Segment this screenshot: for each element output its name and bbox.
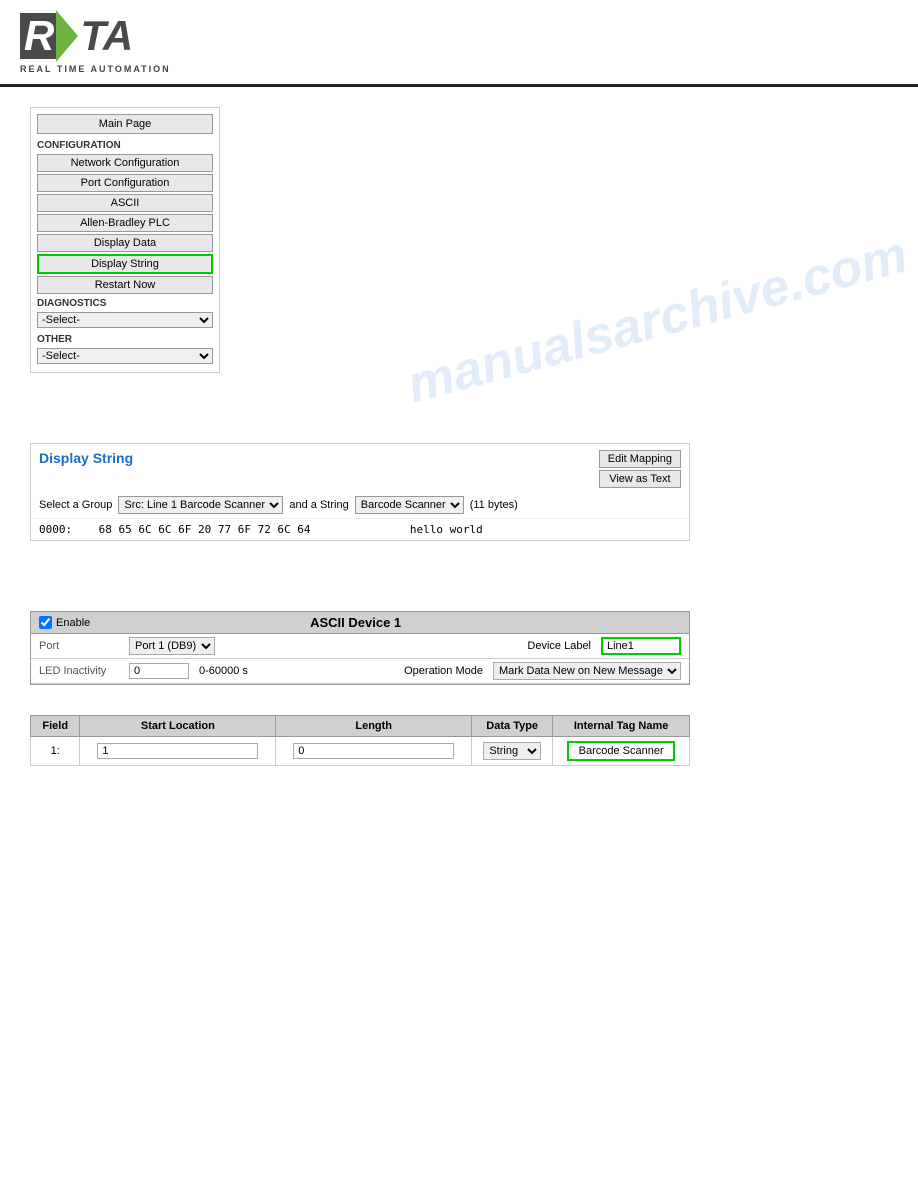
other-select[interactable]: -Select- <box>37 348 213 364</box>
nav-display-string[interactable]: Display String <box>37 254 213 274</box>
diagnostics-select[interactable]: -Select- <box>37 312 213 328</box>
ascii-device-panel: Enable ASCII Device 1 Port Port 1 (DB9) … <box>30 611 690 685</box>
col-field: Field <box>31 716 80 737</box>
display-string-select-row: Select a Group Src: Line 1 Barcode Scann… <box>31 492 689 518</box>
string-select[interactable]: Barcode Scanner <box>355 496 464 514</box>
device-label-label: Device Label <box>527 640 591 652</box>
led-inactivity-range: 0-60000 s <box>199 665 248 677</box>
length-input[interactable] <box>293 743 454 759</box>
start-location-cell <box>80 737 276 766</box>
table-row: 1: String Int8 Int16 Int32 Float <box>31 737 690 766</box>
data-hex: 68 65 6C 6C 6F 20 77 6F 72 6C 64 <box>99 523 311 536</box>
nav-display-data[interactable]: Display Data <box>37 234 213 252</box>
data-type-cell: String Int8 Int16 Int32 Float <box>472 737 553 766</box>
enable-label: Enable <box>56 617 90 629</box>
logo-subtitle: REAL TIME AUTOMATION <box>20 64 171 74</box>
ascii-header-row: Enable ASCII Device 1 <box>31 612 689 634</box>
logo-r-letter: R <box>20 13 58 59</box>
data-offset: 0000: <box>39 523 72 536</box>
bytes-label: (11 bytes) <box>470 499 518 511</box>
main-content: Main Page CONFIGURATION Network Configur… <box>0 87 918 786</box>
group-select[interactable]: Src: Line 1 Barcode Scanner <box>118 496 283 514</box>
display-string-panel: Display String Edit Mapping View as Text… <box>30 443 690 541</box>
field-num: 1: <box>31 737 80 766</box>
edit-mapping-button[interactable]: Edit Mapping <box>599 450 681 468</box>
col-length: Length <box>276 716 472 737</box>
ascii-led-row: LED Inactivity 0 0-60000 s Operation Mod… <box>31 659 689 684</box>
nav-port-config[interactable]: Port Configuration <box>37 174 213 192</box>
display-string-header: Display String Edit Mapping View as Text <box>31 444 689 492</box>
ascii-device-title: ASCII Device 1 <box>100 615 611 630</box>
col-data-type: Data Type <box>472 716 553 737</box>
col-internal-tag: Internal Tag Name <box>553 716 690 737</box>
config-label: CONFIGURATION <box>37 140 213 151</box>
diagnostics-label: DIAGNOSTICS <box>37 298 213 309</box>
nav-restart-now[interactable]: Restart Now <box>37 276 213 294</box>
port-select[interactable]: Port 1 (DB9) Port 2 Port 3 <box>129 637 215 655</box>
led-inactivity-label: LED Inactivity <box>39 665 119 677</box>
internal-tag-cell: Barcode Scanner <box>553 737 690 766</box>
nav-ascii[interactable]: ASCII <box>37 194 213 212</box>
fields-table-header: Field Start Location Length Data Type In… <box>31 716 690 737</box>
operation-mode-select[interactable]: Mark Data New on New Message Mark Data N… <box>493 662 681 680</box>
main-page-button[interactable]: Main Page <box>37 114 213 134</box>
logo-arrow-icon <box>56 10 78 62</box>
ascii-port-row: Port Port 1 (DB9) Port 2 Port 3 Device L… <box>31 634 689 659</box>
and-string-label: and a String <box>289 499 348 511</box>
display-string-buttons: Edit Mapping View as Text <box>599 450 681 488</box>
header: R TA REAL TIME AUTOMATION <box>0 0 918 87</box>
display-string-title: Display String <box>39 450 133 466</box>
start-location-input[interactable] <box>97 743 258 759</box>
display-string-data: 0000: 68 65 6C 6C 6F 20 77 6F 72 6C 64 h… <box>31 518 689 540</box>
logo-box: R TA <box>20 10 133 62</box>
enable-checkbox-container: Enable <box>39 616 90 629</box>
nav-network-config[interactable]: Network Configuration <box>37 154 213 172</box>
data-text: hello world <box>410 523 483 536</box>
device-label-value: Line1 <box>601 637 681 655</box>
logo-ta-letters: TA <box>80 15 133 57</box>
data-type-select[interactable]: String Int8 Int16 Int32 Float <box>483 742 541 760</box>
length-cell <box>276 737 472 766</box>
enable-checkbox[interactable] <box>39 616 52 629</box>
select-group-label: Select a Group <box>39 499 112 511</box>
operation-mode-label: Operation Mode <box>404 665 483 677</box>
port-label: Port <box>39 640 119 652</box>
gap-2 <box>30 561 888 591</box>
gap-1 <box>30 393 888 423</box>
other-label: OTHER <box>37 334 213 345</box>
nav-panel: Main Page CONFIGURATION Network Configur… <box>30 107 220 373</box>
led-inactivity-value: 0 <box>129 663 189 679</box>
view-as-text-button[interactable]: View as Text <box>599 470 681 488</box>
logo: R TA REAL TIME AUTOMATION <box>20 10 171 74</box>
internal-tag-value: Barcode Scanner <box>567 741 675 761</box>
col-start: Start Location <box>80 716 276 737</box>
fields-table: Field Start Location Length Data Type In… <box>30 715 690 766</box>
nav-allen-bradley[interactable]: Allen-Bradley PLC <box>37 214 213 232</box>
